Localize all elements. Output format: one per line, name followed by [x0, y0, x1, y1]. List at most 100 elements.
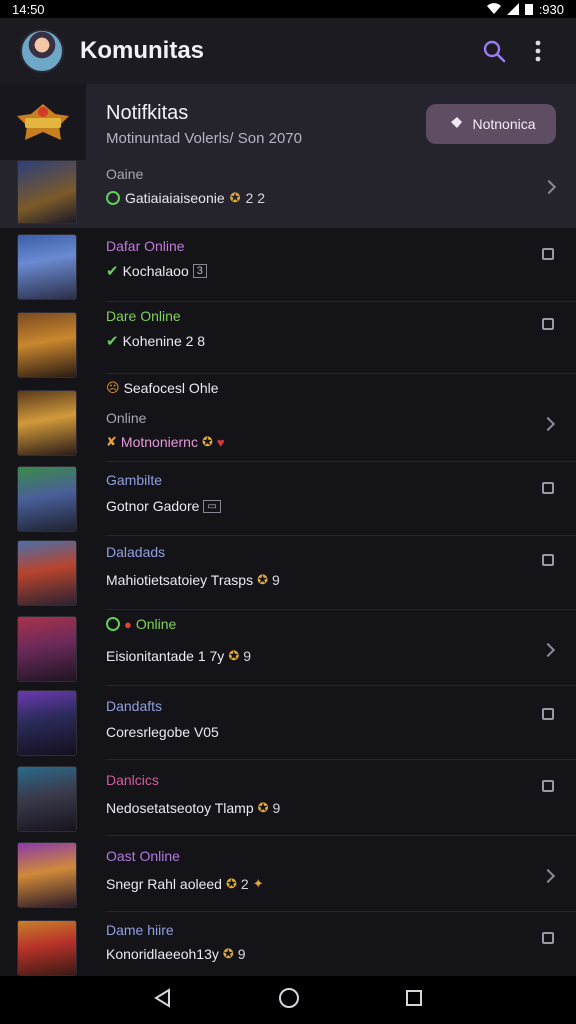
- row-chevron-button[interactable]: [538, 866, 558, 886]
- row-header-text: Seafocesl Ohle: [123, 380, 219, 396]
- member-name: Snegr Rahl aoleed: [106, 876, 222, 892]
- game-thumbnail: [17, 766, 77, 832]
- recents-button[interactable]: [405, 989, 423, 1012]
- square-icon: [542, 318, 554, 330]
- list-item[interactable]: Dandafts Coresrlegobe V05: [0, 686, 576, 760]
- row-status: Dare Online: [106, 308, 181, 324]
- apple-icon: ●: [124, 616, 132, 632]
- row-chevron-button[interactable]: [541, 179, 557, 195]
- member-name: Motnoniernc: [120, 434, 198, 450]
- list-item[interactable]: Dare Online ✔ Kohenine 2 8: [0, 302, 576, 378]
- member-name: Kochalaoo: [122, 263, 189, 279]
- status-icons: :930: [486, 1, 564, 17]
- notification-button[interactable]: Notnonica: [426, 104, 556, 144]
- row-select-button[interactable]: [538, 314, 558, 334]
- status-bar: 14:50 :930: [0, 0, 576, 18]
- notification-banner[interactable]: Notifkitas Motinuntad Volerls/ Son 2070 …: [0, 84, 576, 228]
- row-select-button[interactable]: [538, 550, 558, 570]
- check-icon: ✔: [106, 263, 119, 280]
- chevron-right-icon: [540, 868, 556, 884]
- row-name: Gotnor Gadore ▭: [106, 498, 221, 514]
- list-item[interactable]: Oast Online Snegr Rahl aoleed ✪ 2 ✦: [0, 836, 576, 912]
- row-status: Online: [135, 616, 177, 632]
- list-item[interactable]: Dafar Online ✔ Kochalaoo 3: [0, 230, 576, 302]
- game-thumbnail: [17, 466, 77, 532]
- row-select-button[interactable]: [538, 704, 558, 724]
- more-button[interactable]: [520, 33, 556, 69]
- row-chevron-button[interactable]: [538, 640, 558, 660]
- signal-icon: [506, 3, 519, 15]
- pin-icon: [448, 117, 463, 131]
- back-icon: [153, 987, 170, 1008]
- member-name: Mahiotietsatoiey Trasps: [106, 572, 254, 588]
- badge: ▭: [203, 499, 221, 513]
- row-status: Oaine: [106, 166, 144, 182]
- row-status: Online: [106, 410, 147, 426]
- list-item[interactable]: Daladads Mahiotietsatoiey Trasps ✪ 9: [0, 536, 576, 610]
- app-bar: Komunitas: [0, 18, 576, 84]
- row-name: Eisionitantade 1 7y ✪ 9: [106, 648, 251, 664]
- online-icon: [106, 191, 120, 205]
- list-item[interactable]: Gambilte Gotnor Gadore ▭: [0, 462, 576, 536]
- game-thumbnail: [17, 390, 77, 456]
- trophy-icon: ✪: [222, 946, 234, 961]
- trophy-icon: ✪: [201, 434, 213, 449]
- square-icon: [542, 780, 554, 792]
- list-item[interactable]: Dame hiire Konoridlaeeoh13y ✪ 9: [0, 912, 576, 976]
- square-icon: [542, 554, 554, 566]
- community-list: Notifkitas Motinuntad Volerls/ Son 2070 …: [0, 84, 576, 976]
- member-name: Coresrlegobe V05: [106, 724, 219, 740]
- row-name: Snegr Rahl aoleed ✪ 2 ✦: [106, 876, 264, 892]
- banner-emblem: [0, 84, 86, 160]
- row-name: Coresrlegobe V05: [106, 724, 219, 740]
- list-item[interactable]: ● Online Eisionitantade 1 7y ✪ 9: [0, 610, 576, 686]
- back-button[interactable]: [153, 987, 173, 1013]
- row-select-button[interactable]: [538, 244, 558, 264]
- row-name: ✔ Kochalaoo 3: [106, 262, 207, 280]
- game-thumbnail: [17, 842, 77, 908]
- row-status: Oast Online: [106, 848, 180, 864]
- row-chevron-button[interactable]: [538, 414, 558, 434]
- chevron-right-icon: [540, 416, 556, 432]
- square-icon: [542, 248, 554, 260]
- row-name: ✔ Kohenine 2 8: [106, 332, 205, 350]
- list-item[interactable]: ☹ Seafocesl Ohle Online ✘ Motnoniernc ✪ …: [0, 374, 576, 462]
- page-title: Komunitas: [80, 37, 205, 64]
- member-name: Kohenine 2 8: [122, 333, 206, 349]
- trophy-icon: ✪: [228, 648, 240, 663]
- row-select-button[interactable]: [538, 928, 558, 948]
- row-select-button[interactable]: [538, 478, 558, 498]
- row-status: Dafar Online: [106, 238, 185, 254]
- trophy-icon: ✪: [257, 572, 268, 587]
- emoji-icon: ☹: [106, 380, 120, 395]
- member-extra: 9: [243, 648, 252, 664]
- row-name: Konoridlaeeoh13y ✪ 9: [106, 946, 246, 962]
- row-name: Nedosetatseotoy Tlamp ✪ 9: [106, 800, 280, 816]
- row-status: Dame hiire: [106, 922, 174, 938]
- row-status: Daladads: [106, 544, 166, 560]
- banner-subtitle: Motinuntad Volerls/ Son 2070: [106, 130, 302, 147]
- list-item[interactable]: Danlcics Nedosetatseotoy Tlamp ✪ 9: [0, 760, 576, 836]
- chevron-right-icon: [540, 642, 556, 658]
- square-icon: [542, 932, 554, 944]
- row-status: Gambilte: [106, 472, 163, 488]
- game-thumbnail: [17, 616, 77, 682]
- search-icon: [483, 40, 506, 63]
- member-extra: 2 2: [245, 190, 265, 206]
- heart-icon: ♥: [216, 434, 225, 450]
- member-name: Eisionitantade 1 7y: [106, 648, 225, 664]
- member-name: Konoridlaeeoh13y: [106, 946, 219, 962]
- wifi-icon: [486, 3, 501, 15]
- member-extra: 9: [237, 946, 246, 962]
- more-vert-icon: [535, 40, 541, 62]
- status-right-text: :930: [538, 1, 564, 17]
- avatar[interactable]: [20, 29, 64, 73]
- row-select-button[interactable]: [538, 776, 558, 796]
- row-header: ☹ Seafocesl Ohle: [106, 380, 219, 396]
- recents-icon: [406, 989, 423, 1006]
- home-button[interactable]: [278, 987, 300, 1014]
- trophy-icon: ✪: [225, 876, 237, 891]
- battery-icon: [524, 4, 533, 15]
- search-button[interactable]: [476, 33, 512, 69]
- game-thumbnail: [17, 690, 77, 756]
